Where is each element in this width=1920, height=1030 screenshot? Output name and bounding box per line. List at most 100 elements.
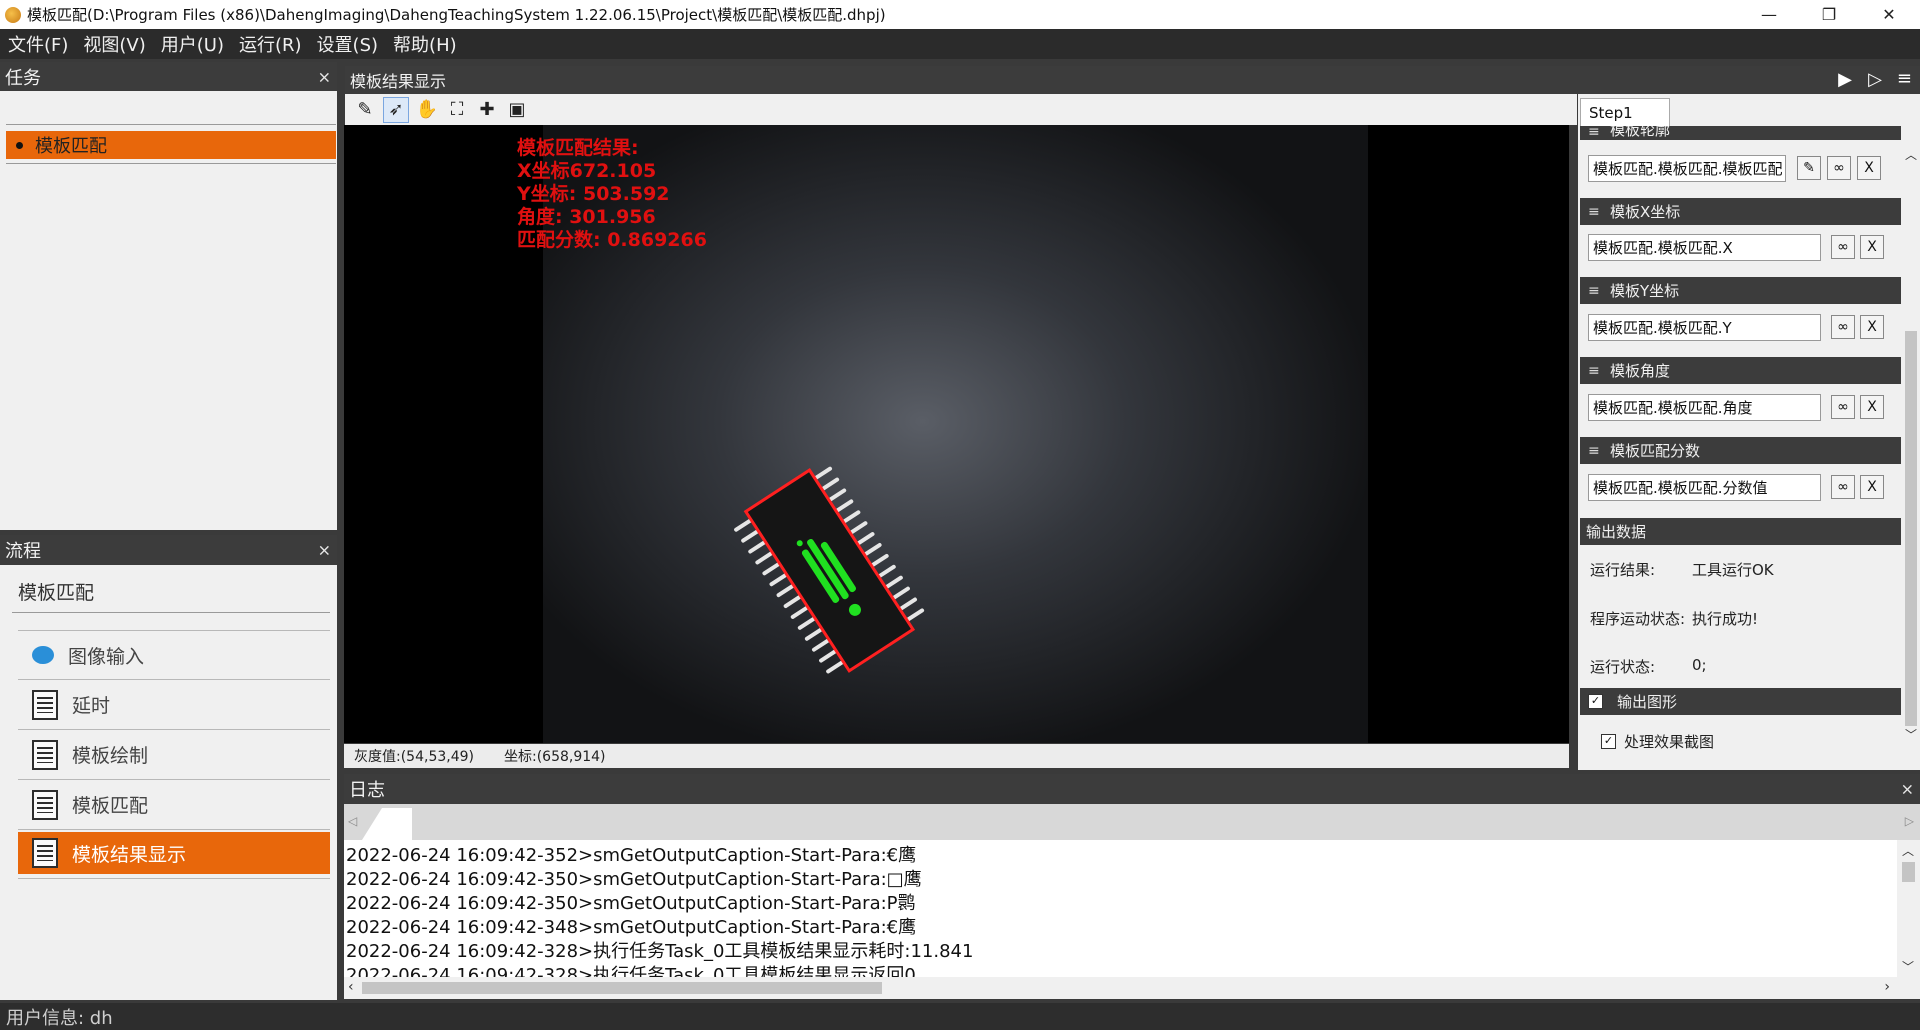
link-button[interactable]: ∞: [1831, 315, 1855, 339]
scroll-right-icon[interactable]: ›: [1884, 979, 1890, 995]
flow-item-delay[interactable]: 延时: [18, 680, 330, 730]
pointer-icon[interactable]: ➶: [383, 96, 409, 123]
link-button[interactable]: ∞: [1831, 395, 1855, 419]
task-panel-header: 任务 ×: [0, 62, 337, 91]
document-icon: [32, 789, 58, 820]
divider: [6, 124, 336, 125]
scroll-left-icon[interactable]: ‹: [348, 979, 354, 995]
pan-hand-icon[interactable]: ✋: [415, 98, 439, 122]
tab-scroll-right-icon[interactable]: ▷: [1905, 814, 1914, 828]
clear-button[interactable]: X: [1857, 156, 1881, 180]
crosshair-icon[interactable]: ✚: [475, 98, 499, 122]
close-window-button[interactable]: ✕: [1860, 0, 1918, 29]
menu-view[interactable]: 视图(V): [75, 31, 152, 57]
image-view[interactable]: 模板匹配结果: X坐标672.105 Y坐标: 503.592 角度: 301.…: [344, 125, 1569, 743]
image-toolbar: ✎ ➶ ✋ ⛶ ✚ ▣: [345, 94, 1577, 125]
clear-button[interactable]: X: [1860, 475, 1884, 499]
log-tab[interactable]: [362, 808, 412, 840]
section-output-graphics: ✓ 输出图形: [1580, 688, 1901, 715]
scrollbar-thumb[interactable]: [1902, 862, 1915, 882]
overlay-line: X坐标672.105: [517, 160, 656, 182]
camera-image: [543, 125, 1368, 743]
document-icon: [32, 739, 58, 770]
log-horizontal-scrollbar[interactable]: ‹ ›: [344, 977, 1920, 999]
run-state-label: 运行状态:: [1590, 658, 1656, 676]
scroll-down-icon[interactable]: ﹀: [1905, 726, 1917, 743]
flow-panel-close-icon[interactable]: ×: [318, 541, 331, 560]
divider: [6, 163, 336, 164]
flow-item-template-match[interactable]: 模板匹配: [18, 780, 330, 830]
clear-button[interactable]: X: [1860, 395, 1884, 419]
log-panel-title: 日志: [349, 780, 385, 801]
coordinate-value: 坐标:(658,914): [503, 749, 606, 765]
section-output-data: 输出数据: [1580, 518, 1901, 545]
user-info-bar: 用户信息: dh: [0, 1003, 1920, 1030]
edit-icon[interactable]: ✎: [353, 98, 377, 122]
tab-scroll-left-icon[interactable]: ◁: [348, 814, 357, 828]
minimize-button[interactable]: —: [1740, 0, 1798, 29]
save-icon[interactable]: ▣: [505, 98, 529, 122]
tab-step1[interactable]: Step1: [1580, 98, 1670, 126]
maximize-button[interactable]: ❐: [1800, 0, 1858, 29]
overlay-line: 角度: 301.956: [517, 205, 656, 228]
menu-settings[interactable]: 设置(S): [309, 31, 385, 57]
section-title: 模板Y坐标: [1610, 282, 1680, 300]
chat-bubble-icon: [32, 646, 54, 664]
task-panel-title: 任务: [5, 67, 41, 89]
gray-value: 灰度值:(54,53,49): [354, 749, 474, 765]
program-status-label: 程序运动状态:: [1590, 610, 1686, 628]
scrollbar-thumb[interactable]: [362, 982, 882, 994]
template-y-field[interactable]: 模板匹配.模板匹配.Y: [1588, 314, 1821, 341]
log-panel-header: 日志 ×: [344, 774, 1920, 804]
clear-button[interactable]: X: [1860, 315, 1884, 339]
run-state-value: 0;: [1692, 656, 1707, 674]
run-once-icon[interactable]: ▶: [1838, 69, 1852, 90]
link-button[interactable]: ∞: [1831, 475, 1855, 499]
flow-item-image-input[interactable]: 图像输入: [18, 630, 330, 680]
menu-run[interactable]: 运行(R): [231, 31, 309, 57]
flow-item-template-draw[interactable]: 模板绘制: [18, 730, 330, 780]
scrollbar-thumb[interactable]: [1905, 331, 1917, 726]
scroll-up-icon[interactable]: ︿: [1902, 842, 1914, 859]
menu-icon[interactable]: ≡: [1897, 68, 1912, 89]
fit-screen-icon[interactable]: ⛶: [445, 98, 469, 122]
template-x-field[interactable]: 模板匹配.模板匹配.X: [1588, 234, 1821, 261]
run-result-value: 工具运行OK: [1692, 561, 1774, 579]
task-item-template-match[interactable]: 模板匹配: [6, 131, 336, 159]
clear-button[interactable]: X: [1860, 235, 1884, 259]
log-line: 2022-06-24 16:09:42-328>执行任务Task_0工具模板结果…: [346, 965, 916, 977]
template-score-field[interactable]: 模板匹配.模板匹配.分数值: [1588, 474, 1821, 501]
overlay-line: Y坐标: 503.592: [516, 183, 670, 205]
link-button[interactable]: ∞: [1827, 156, 1851, 180]
run-continuous-icon[interactable]: ▷: [1868, 69, 1882, 90]
graphics-item-label: 处理效果截图: [1624, 733, 1715, 751]
scroll-down-icon[interactable]: ﹀: [1902, 958, 1914, 975]
bullet-icon: [16, 141, 23, 149]
flow-item-template-result-display[interactable]: 模板结果显示: [18, 832, 330, 874]
list-icon: ≡: [1588, 362, 1600, 379]
flow-name: 模板匹配: [18, 582, 95, 604]
log-text[interactable]: 2022-06-24 16:09:42-352>smGetOutputCapti…: [344, 840, 1897, 977]
log-panel-close-icon[interactable]: ×: [1901, 780, 1914, 799]
template-angle-field[interactable]: 模板匹配.模板匹配.角度: [1588, 394, 1821, 421]
output-graphics-checkbox[interactable]: ✓: [1588, 694, 1603, 709]
app-icon: [5, 6, 21, 23]
graphics-item-row: ✓ 处理效果截图: [1601, 731, 1714, 752]
screenshot-checkbox[interactable]: ✓: [1601, 734, 1616, 749]
log-vertical-scrollbar[interactable]: ︿ ﹀: [1897, 840, 1920, 977]
overlay-line: 模板匹配结果:: [517, 136, 639, 159]
property-scrollbar[interactable]: ︿ ﹀: [1901, 126, 1920, 746]
menu-file[interactable]: 文件(F): [0, 31, 75, 57]
menu-user[interactable]: 用户(U): [153, 31, 231, 57]
document-icon: [32, 689, 58, 720]
task-panel-close-icon[interactable]: ×: [318, 67, 331, 86]
log-line: 2022-06-24 16:09:42-328>执行任务Task_0工具模板结果…: [346, 941, 974, 962]
scroll-up-icon[interactable]: ︿: [1905, 146, 1917, 163]
section-title: 输出图形: [1617, 693, 1678, 711]
list-icon: ≡: [1588, 203, 1600, 220]
menu-help[interactable]: 帮助(H): [385, 31, 464, 57]
log-line: 2022-06-24 16:09:42-348>smGetOutputCapti…: [346, 917, 917, 938]
link-button[interactable]: ∞: [1831, 235, 1855, 259]
draw-icon[interactable]: ✎: [1797, 156, 1821, 180]
contour-source-field[interactable]: 模板匹配.模板匹配.模板匹配: [1588, 155, 1786, 182]
